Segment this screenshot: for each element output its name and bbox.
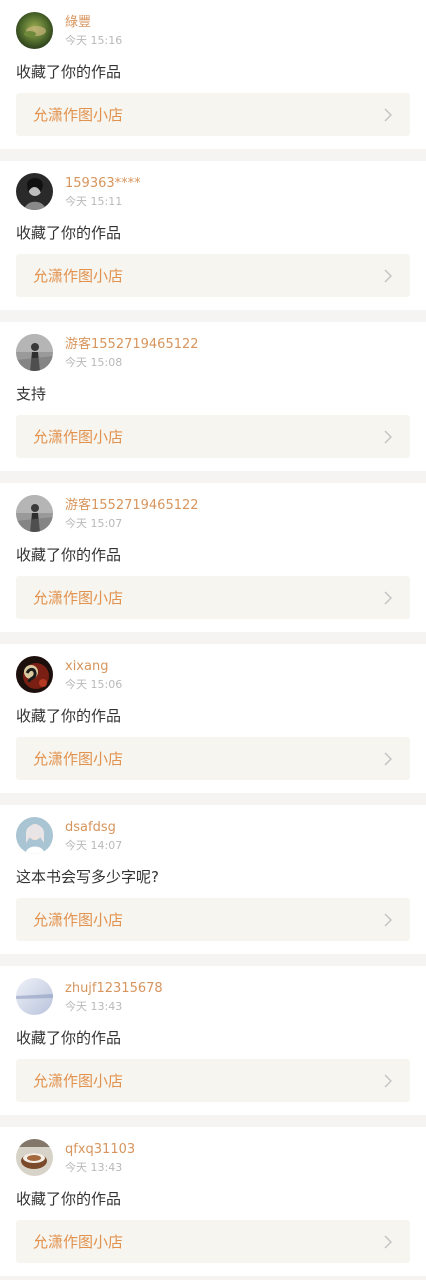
avatar[interactable] bbox=[16, 495, 53, 532]
activity-feed: 綠豐 今天 15:16 收藏了你的作品 允潇作图小店 159363**** 今天… bbox=[0, 0, 426, 1276]
comment-text: 收藏了你的作品 bbox=[16, 224, 122, 242]
timestamp: 今天 13:43 bbox=[65, 1000, 123, 1013]
username[interactable]: dsafdsg bbox=[65, 820, 116, 836]
comment-text: 收藏了你的作品 bbox=[16, 707, 122, 725]
comment-text: 这本书会写多少字呢? bbox=[16, 868, 159, 886]
username[interactable]: 綠豐 bbox=[65, 15, 91, 31]
username[interactable]: qfxq31103 bbox=[65, 1142, 135, 1158]
timestamp: 今天 15:07 bbox=[65, 517, 123, 530]
avatar-blue-girl-icon bbox=[16, 817, 53, 854]
chevron-right-icon bbox=[384, 107, 392, 122]
shop-name: 允潇作图小店 bbox=[33, 1233, 124, 1251]
feed-item: 游客1552719465122 今天 15:07 收藏了你的作品 允潇作图小店 bbox=[0, 483, 426, 632]
shop-link-button[interactable]: 允潇作图小店 bbox=[16, 737, 410, 780]
shop-link-button[interactable]: 允潇作图小店 bbox=[16, 254, 410, 297]
chevron-right-icon bbox=[384, 429, 392, 444]
shop-link-button[interactable]: 允潇作图小店 bbox=[16, 576, 410, 619]
avatar[interactable] bbox=[16, 817, 53, 854]
feed-item: xixang 今天 15:06 收藏了你的作品 允潇作图小店 bbox=[0, 644, 426, 793]
comment-text: 支持 bbox=[16, 385, 47, 403]
shop-name: 允潇作图小店 bbox=[33, 589, 124, 607]
avatar[interactable] bbox=[16, 656, 53, 693]
username[interactable]: 游客1552719465122 bbox=[65, 498, 199, 514]
timestamp: 今天 15:11 bbox=[65, 195, 123, 208]
shop-name: 允潇作图小店 bbox=[33, 428, 124, 446]
avatar-dark-red-art-icon bbox=[16, 656, 53, 693]
feed-item: dsafdsg 今天 14:07 这本书会写多少字呢? 允潇作图小店 bbox=[0, 805, 426, 954]
feed-item: 159363**** 今天 15:11 收藏了你的作品 允潇作图小店 bbox=[0, 161, 426, 310]
avatar[interactable] bbox=[16, 12, 53, 49]
shop-name: 允潇作图小店 bbox=[33, 1072, 124, 1090]
chevron-right-icon bbox=[384, 912, 392, 927]
timestamp: 今天 15:16 bbox=[65, 34, 123, 47]
shop-link-button[interactable]: 允潇作图小店 bbox=[16, 93, 410, 136]
username[interactable]: 游客1552719465122 bbox=[65, 337, 199, 353]
timestamp: 今天 14:07 bbox=[65, 839, 123, 852]
comment-text: 收藏了你的作品 bbox=[16, 1029, 122, 1047]
avatar-green-photo-icon bbox=[16, 12, 53, 49]
avatar[interactable] bbox=[16, 1139, 53, 1176]
shop-name: 允潇作图小店 bbox=[33, 750, 124, 768]
timestamp: 今天 15:06 bbox=[65, 678, 123, 691]
shop-link-button[interactable]: 允潇作图小店 bbox=[16, 1220, 410, 1263]
shop-name: 允潇作图小店 bbox=[33, 106, 124, 124]
feed-item: 綠豐 今天 15:16 收藏了你的作品 允潇作图小店 bbox=[0, 0, 426, 149]
shop-name: 允潇作图小店 bbox=[33, 267, 124, 285]
avatar-gray-figure-icon bbox=[16, 334, 53, 371]
shop-link-button[interactable]: 允潇作图小店 bbox=[16, 415, 410, 458]
feed-item: 游客1552719465122 今天 15:08 支持 允潇作图小店 bbox=[0, 322, 426, 471]
shop-name: 允潇作图小店 bbox=[33, 911, 124, 929]
chevron-right-icon bbox=[384, 1234, 392, 1249]
avatar[interactable] bbox=[16, 173, 53, 210]
comment-text: 收藏了你的作品 bbox=[16, 63, 122, 81]
avatar-bw-portrait-icon bbox=[16, 173, 53, 210]
timestamp: 今天 15:08 bbox=[65, 356, 123, 369]
avatar[interactable] bbox=[16, 334, 53, 371]
feed-item: qfxq31103 今天 13:43 收藏了你的作品 允潇作图小店 bbox=[0, 1127, 426, 1276]
shop-link-button[interactable]: 允潇作图小店 bbox=[16, 898, 410, 941]
avatar-teacup-icon bbox=[16, 1139, 53, 1176]
chevron-right-icon bbox=[384, 751, 392, 766]
comment-text: 收藏了你的作品 bbox=[16, 1190, 122, 1208]
shop-link-button[interactable]: 允潇作图小店 bbox=[16, 1059, 410, 1102]
avatar[interactable] bbox=[16, 978, 53, 1015]
avatar-gray-figure-icon bbox=[16, 495, 53, 532]
comment-text: 收藏了你的作品 bbox=[16, 546, 122, 564]
chevron-right-icon bbox=[384, 1073, 392, 1088]
username[interactable]: 159363**** bbox=[65, 176, 141, 192]
avatar-light-sky-icon bbox=[16, 978, 53, 1015]
feed-item: zhujf12315678 今天 13:43 收藏了你的作品 允潇作图小店 bbox=[0, 966, 426, 1115]
username[interactable]: zhujf12315678 bbox=[65, 981, 163, 997]
timestamp: 今天 13:43 bbox=[65, 1161, 123, 1174]
chevron-right-icon bbox=[384, 268, 392, 283]
chevron-right-icon bbox=[384, 590, 392, 605]
username[interactable]: xixang bbox=[65, 659, 108, 675]
